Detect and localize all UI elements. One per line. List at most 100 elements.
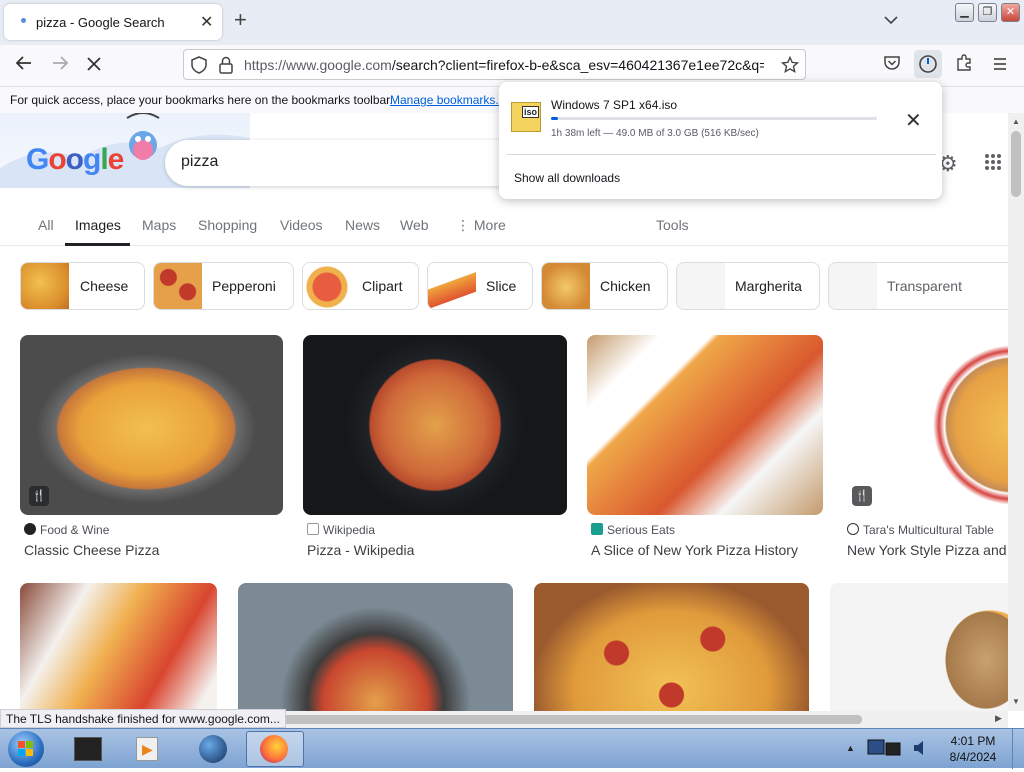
tab-shopping[interactable]: Shopping [198,217,257,233]
windows-logo-icon [18,741,33,756]
list-all-tabs-button[interactable] [884,12,898,30]
chip-transparent[interactable]: Transparent [828,262,1008,310]
tab-all[interactable]: All [38,217,54,233]
terminal-icon [74,737,102,761]
chip-pepperoni[interactable]: Pepperoni [153,262,294,310]
bookmark-star-icon[interactable] [780,55,800,79]
show-desktop-button[interactable] [1012,729,1024,769]
tab-videos[interactable]: Videos [280,217,323,233]
heart-icon [847,523,859,535]
download-progress-fill [551,117,558,120]
result-source[interactable]: Tara's Multicultural Table [847,523,994,537]
image-result[interactable]: Serious Eats A Slice of New York Pizza H… [587,335,823,565]
iso-file-icon: iso [511,102,541,132]
taskbar-network-app[interactable] [185,731,241,767]
result-image[interactable] [20,335,283,515]
show-all-downloads-button[interactable]: Show all downloads [514,171,620,185]
panel-divider [507,154,936,155]
manage-bookmarks-link[interactable]: Manage bookmarks... [390,93,505,107]
tab-images[interactable]: Images [75,217,121,233]
chip-chicken[interactable]: Chicken [541,262,668,310]
pocket-icon[interactable] [880,54,904,78]
scrollbar-thumb[interactable] [1011,131,1021,197]
download-status: 1h 38m left — 49.0 MB of 3.0 GB (516 KB/… [551,128,759,139]
google-logo[interactable]: Google [26,143,124,177]
image-result[interactable] [238,583,513,711]
status-tooltip: The TLS handshake finished for www.googl… [0,709,286,728]
lock-icon[interactable] [218,56,234,79]
new-tab-button[interactable]: + [234,9,247,31]
chip-thumbnail [21,263,69,309]
source-favicon [591,523,603,535]
google-apps-icon[interactable] [984,153,1002,176]
taskbar-media-player[interactable]: ▶ [120,731,176,767]
shield-icon[interactable] [190,56,208,79]
scroll-up-icon[interactable]: ▲ [1012,117,1020,126]
google-results-page: Google pizza ⚙ All Images Maps Shopping … [0,113,1008,711]
tray-speaker-icon[interactable] [912,739,930,757]
scroll-down-icon[interactable]: ▼ [1012,697,1020,706]
image-result[interactable] [534,583,809,711]
image-result[interactable] [830,583,1008,711]
tab-close-icon[interactable]: ✕ [200,12,213,32]
show-hidden-icons-button[interactable]: ▲ [846,743,855,753]
image-result[interactable]: 🍴 Tara's Multicultural Table New York St… [843,335,1008,565]
scroll-right-icon[interactable]: ▶ [995,713,1002,724]
search-query[interactable]: pizza [181,153,218,171]
stop-loading-icon[interactable] [82,54,106,78]
menu-hamburger-icon[interactable] [988,54,1012,78]
result-source[interactable]: Food & Wine [24,523,109,537]
chip-cheese[interactable]: Cheese [20,262,145,310]
chip-slice[interactable]: Slice [427,262,533,310]
result-title[interactable]: New York Style Pizza and [847,542,1007,558]
chip-clipart[interactable]: Clipart [302,262,419,310]
forward-arrow-icon[interactable] [48,54,72,78]
url-text[interactable]: https://www.google.com/search?client=fir… [244,57,764,73]
downloads-button[interactable] [914,50,942,78]
scrollbar-thumb[interactable] [280,715,862,724]
cancel-download-icon[interactable]: ✕ [905,108,922,133]
tab-news[interactable]: News [345,217,380,233]
close-window-button[interactable]: ✕ [1001,3,1020,22]
image-result[interactable]: 🍴 Food & Wine Classic Cheese Pizza [20,335,283,565]
tab-maps[interactable]: Maps [142,217,176,233]
taskbar-terminal-app[interactable] [60,731,116,767]
image-result[interactable] [20,583,217,711]
vertical-scrollbar[interactable]: ▲ ▼ [1008,113,1024,711]
back-arrow-icon[interactable] [12,54,36,78]
address-bar[interactable]: https://www.google.com/search?client=fir… [183,49,806,80]
result-title[interactable]: A Slice of New York Pizza History [591,542,798,558]
taskbar-firefox[interactable] [246,731,304,767]
minimize-button[interactable]: ▁ [955,3,974,22]
tools-button[interactable]: Tools [656,217,689,233]
taskbar-clock[interactable]: 4:01 PM 8/4/2024 [936,733,1010,765]
download-file-name[interactable]: Windows 7 SP1 x64.iso [551,98,677,112]
tab-more[interactable]: ⋮ More [456,217,506,234]
tray-network-icon[interactable] [866,737,906,759]
chip-margherita[interactable]: Margherita [676,262,820,310]
result-image[interactable] [534,583,809,711]
result-source[interactable]: Serious Eats [591,523,675,537]
recipe-badge-icon: 🍴 [852,486,872,506]
wikipedia-icon [307,523,319,535]
downloads-panel: iso Windows 7 SP1 x64.iso 1h 38m left — … [499,82,942,199]
result-image[interactable] [303,335,567,515]
chip-label: Transparent [887,278,962,294]
result-title[interactable]: Classic Cheese Pizza [24,542,159,558]
extensions-puzzle-icon[interactable] [952,54,976,78]
restore-button[interactable]: ❐ [978,3,997,22]
result-title[interactable]: Pizza - Wikipedia [307,542,414,558]
globe-icon [199,735,227,763]
loading-dot-icon [21,18,26,23]
chip-label: Clipart [362,278,403,294]
result-image[interactable] [238,583,513,711]
tab-web[interactable]: Web [400,217,429,233]
result-source[interactable]: Wikipedia [307,523,375,537]
start-button[interactable] [8,731,44,767]
result-image[interactable] [587,335,823,515]
image-result[interactable]: Wikipedia Pizza - Wikipedia [303,335,567,565]
clock-time: 4:01 PM [950,734,996,748]
tab-google-search[interactable]: pizza - Google Search ✕ [4,4,222,40]
result-image[interactable] [830,583,1008,711]
result-image[interactable] [20,583,217,711]
